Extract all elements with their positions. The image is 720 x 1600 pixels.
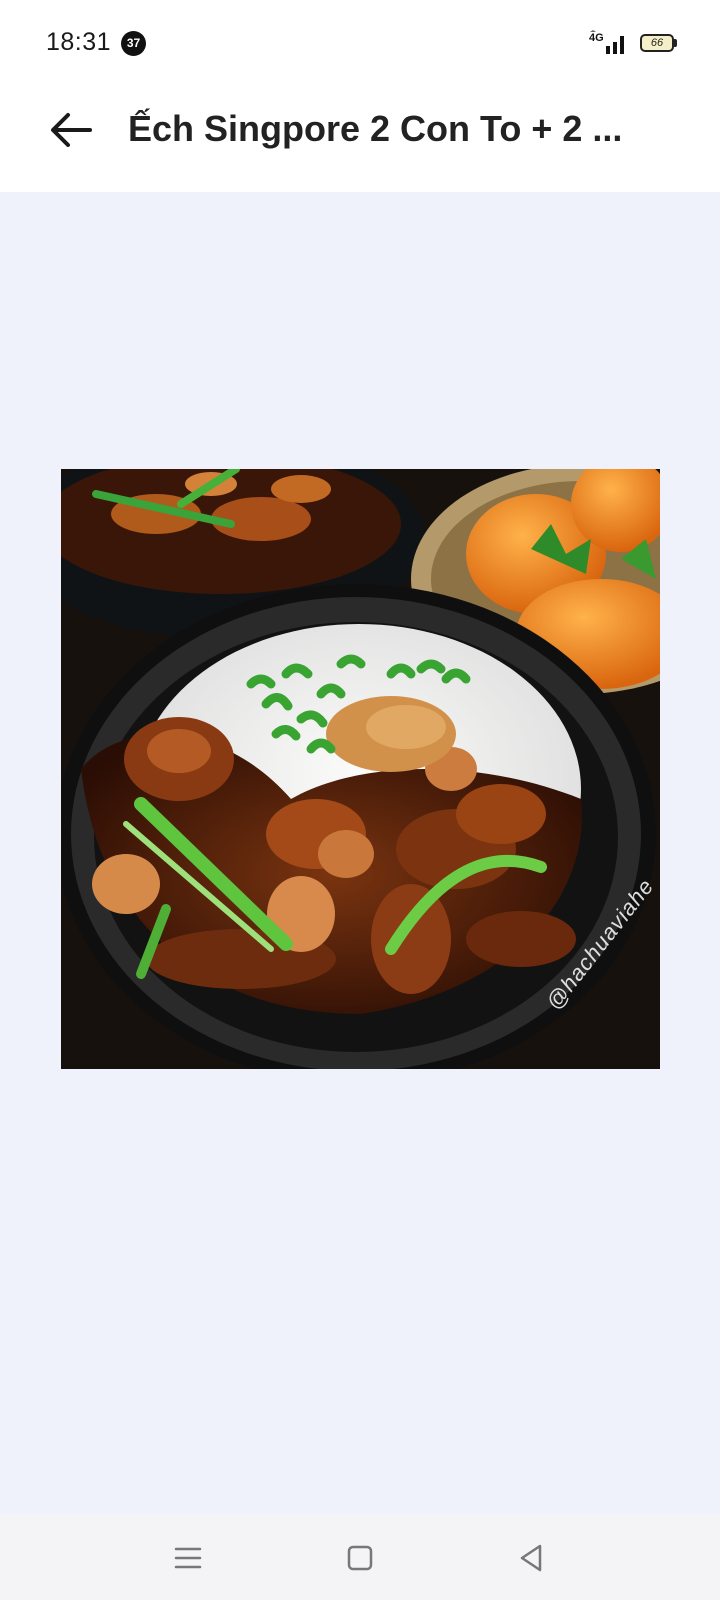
screen: 18:31 37 4G 66 Ếch Singpore 2 Con To + 2… <box>0 0 720 1600</box>
square-home-icon <box>347 1545 373 1571</box>
food-photo[interactable]: @hachuaviahe <box>61 469 660 1069</box>
status-bar: 18:31 37 4G 66 <box>0 0 720 88</box>
page-title: Ếch Singpore 2 Con To + 2 ... <box>128 108 623 149</box>
home-button[interactable] <box>340 1538 380 1578</box>
status-time: 18:31 <box>46 28 112 56</box>
triangle-back-icon <box>520 1544 542 1572</box>
system-back-button[interactable] <box>512 1538 552 1578</box>
menu-icon <box>174 1547 202 1569</box>
arrow-left-icon <box>51 113 92 147</box>
signal-icon: 4G <box>588 30 630 56</box>
app-header: Ếch Singpore 2 Con To + 2 ... <box>0 88 720 192</box>
navigation-bar <box>0 1514 720 1600</box>
battery-icon: 66 <box>640 34 674 52</box>
notification-badge: 37 <box>121 31 146 56</box>
battery-tip <box>674 39 677 47</box>
back-button[interactable] <box>44 102 100 158</box>
recent-apps-button[interactable] <box>168 1538 208 1578</box>
content-area: @hachuaviahe <box>0 192 720 1514</box>
